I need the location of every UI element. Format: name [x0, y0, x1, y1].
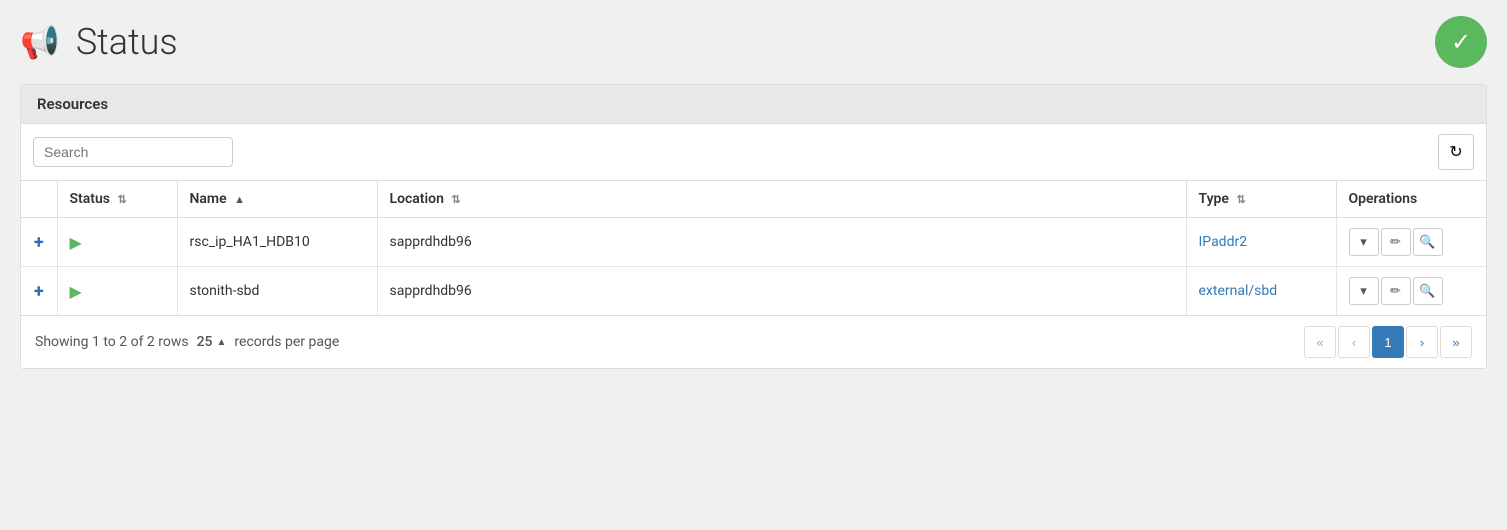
- td-status: ▶: [57, 267, 177, 316]
- toolbar: ↻: [21, 124, 1486, 181]
- page-current-button[interactable]: 1: [1372, 326, 1404, 358]
- td-add: +: [21, 267, 57, 316]
- type-sort-icon[interactable]: ⇅: [1236, 193, 1245, 206]
- play-icon: ▶: [70, 282, 82, 301]
- th-name[interactable]: Name ▲: [177, 181, 377, 218]
- row-name: stonith-sbd: [190, 283, 260, 299]
- page-first-button[interactable]: «: [1304, 326, 1336, 358]
- page-title: Status: [76, 21, 178, 63]
- page-prev-button[interactable]: ‹: [1338, 326, 1370, 358]
- ops-group: ▾ ✏ 🔍: [1349, 277, 1475, 305]
- row-name: rsc_ip_HA1_HDB10: [190, 234, 310, 250]
- ops-dropdown-button[interactable]: ▾: [1349, 277, 1379, 305]
- ops-edit-button[interactable]: ✏: [1381, 228, 1411, 256]
- th-status[interactable]: Status ⇅: [57, 181, 177, 218]
- td-name: stonith-sbd: [177, 267, 377, 316]
- per-page-value: 25: [197, 334, 213, 350]
- status-sort-icon[interactable]: ⇅: [117, 193, 126, 206]
- page-wrapper: 📢 Status ✓ Resources ↻ Status: [0, 0, 1507, 530]
- td-location: sapprdhdb96: [377, 267, 1186, 316]
- ops-search-button[interactable]: 🔍: [1413, 277, 1443, 305]
- per-page-select[interactable]: 25 ▲: [197, 334, 227, 350]
- td-type: IPaddr2: [1186, 218, 1336, 267]
- resources-panel: Resources ↻ Status ⇅ Name ▲: [20, 84, 1487, 369]
- td-name: rsc_ip_HA1_HDB10: [177, 218, 377, 267]
- td-operations: ▾ ✏ 🔍: [1336, 218, 1486, 267]
- resources-header: Resources: [21, 85, 1486, 124]
- td-type: external/sbd: [1186, 267, 1336, 316]
- header-left: 📢 Status: [20, 21, 178, 63]
- th-checkbox: [21, 181, 57, 218]
- refresh-icon: ↻: [1449, 142, 1462, 162]
- header: 📢 Status ✓: [20, 16, 1487, 68]
- resources-label: Resources: [37, 95, 108, 113]
- page-last-button[interactable]: »: [1440, 326, 1472, 358]
- table-row: + ▶ rsc_ip_HA1_HDB10 sapprdhdb96 IPaddr2…: [21, 218, 1486, 267]
- records-info: Showing 1 to 2 of 2 rows 25 ▲ records pe…: [35, 334, 339, 350]
- th-operations-label: Operations: [1349, 191, 1418, 207]
- search-input[interactable]: [33, 137, 233, 167]
- showing-text: Showing 1 to 2 of 2 rows: [35, 334, 189, 350]
- table-footer: Showing 1 to 2 of 2 rows 25 ▲ records pe…: [21, 315, 1486, 368]
- ops-search-button[interactable]: 🔍: [1413, 228, 1443, 256]
- check-button[interactable]: ✓: [1435, 16, 1487, 68]
- check-icon: ✓: [1451, 28, 1471, 57]
- table-row: + ▶ stonith-sbd sapprdhdb96 external/sbd…: [21, 267, 1486, 316]
- play-icon: ▶: [70, 233, 82, 252]
- add-icon[interactable]: +: [34, 232, 44, 253]
- ops-group: ▾ ✏ 🔍: [1349, 228, 1475, 256]
- type-link[interactable]: external/sbd: [1199, 283, 1278, 299]
- table-header-row: Status ⇅ Name ▲ Location ⇅ Type ⇅: [21, 181, 1486, 218]
- td-operations: ▾ ✏ 🔍: [1336, 267, 1486, 316]
- records-label: records per page: [234, 334, 339, 350]
- name-sort-icon[interactable]: ▲: [234, 193, 245, 206]
- th-type-label: Type: [1199, 191, 1229, 207]
- th-name-label: Name: [190, 191, 227, 207]
- ops-dropdown-button[interactable]: ▾: [1349, 228, 1379, 256]
- th-location[interactable]: Location ⇅: [377, 181, 1186, 218]
- resources-table: Status ⇅ Name ▲ Location ⇅ Type ⇅: [21, 181, 1486, 315]
- refresh-button[interactable]: ↻: [1438, 134, 1474, 170]
- th-type[interactable]: Type ⇅: [1186, 181, 1336, 218]
- ops-edit-button[interactable]: ✏: [1381, 277, 1411, 305]
- location-sort-icon[interactable]: ⇅: [451, 193, 460, 206]
- page-next-button[interactable]: ›: [1406, 326, 1438, 358]
- per-page-caret[interactable]: ▲: [217, 337, 227, 348]
- megaphone-icon: 📢: [20, 23, 60, 61]
- add-icon[interactable]: +: [34, 281, 44, 302]
- row-location: sapprdhdb96: [390, 283, 472, 299]
- th-operations: Operations: [1336, 181, 1486, 218]
- th-status-label: Status: [70, 191, 110, 207]
- row-location: sapprdhdb96: [390, 234, 472, 250]
- td-location: sapprdhdb96: [377, 218, 1186, 267]
- td-add: +: [21, 218, 57, 267]
- th-location-label: Location: [390, 191, 444, 207]
- pagination: « ‹ 1 › »: [1304, 326, 1472, 358]
- td-status: ▶: [57, 218, 177, 267]
- type-link[interactable]: IPaddr2: [1199, 234, 1248, 250]
